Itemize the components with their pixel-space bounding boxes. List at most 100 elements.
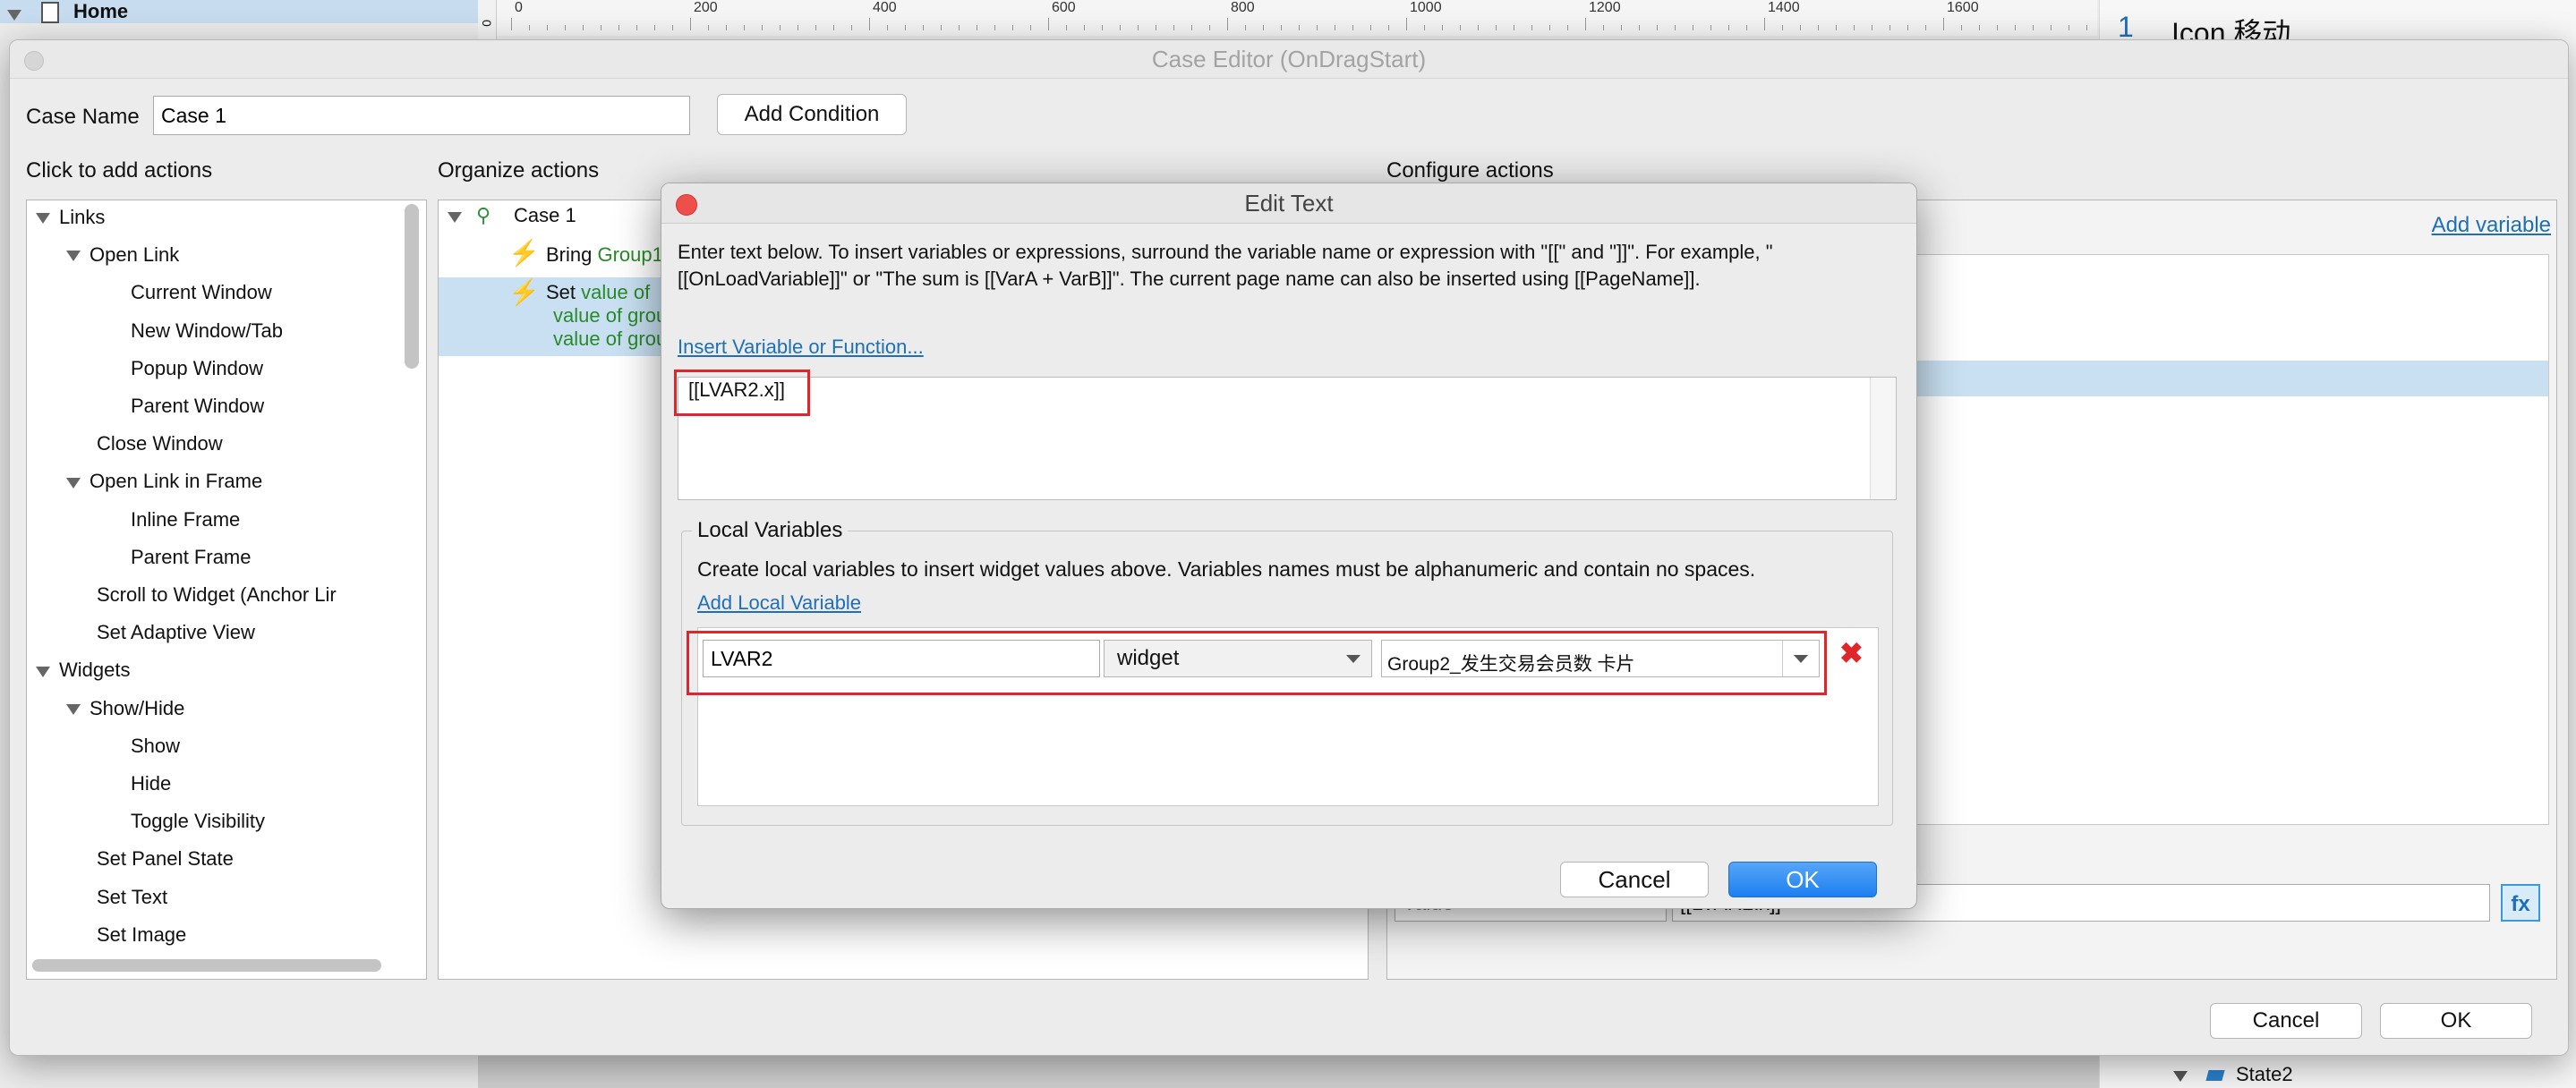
ruler-minor-tick [529,25,530,30]
action-tree-item[interactable]: Popup Window [131,357,263,380]
text-editor-value: [[LVAR2.x]] [688,378,786,401]
ruler-minor-tick [1478,25,1479,30]
ruler-minor-tick [1531,25,1532,30]
ruler-minor-tick [1173,25,1174,30]
action-tree-item[interactable]: New Window/Tab [131,319,283,343]
action-tree-item[interactable]: Open Link in Frame [66,470,262,493]
action-bolt-icon: ⚡ [508,278,540,306]
ruler-minor-tick [1675,25,1676,30]
variable-target-select[interactable]: Group2_发生交易会员数 卡片 [1381,640,1820,677]
ruler-minor-tick [1084,25,1085,30]
action-tree-item[interactable]: Scroll to Widget (Anchor Lir [97,583,337,607]
action-tree-item[interactable]: Parent Frame [131,546,252,569]
ruler-minor-tick [1460,25,1461,30]
ruler-minor-tick [1066,25,1067,30]
action-tree-item[interactable]: Set Panel State [97,847,234,871]
configure-actions-label: Configure actions [1386,158,1554,183]
action-tree-item[interactable]: Set Adaptive View [97,621,255,644]
edit-text-title: Edit Text [661,183,1916,224]
ruler-minor-tick [583,25,584,30]
action-tree-item[interactable]: Show/Hide [66,697,184,720]
window-close-icon[interactable] [24,51,44,71]
action-bring-row[interactable]: Bring Group1 [546,243,663,267]
ruler-minor-tick [851,25,852,30]
ruler-major-tick [1227,18,1228,30]
ruler-minor-tick [708,25,709,30]
variable-type-select[interactable]: widget [1104,640,1372,677]
ruler-minor-tick [1728,25,1729,30]
edit-text-instructions: Enter text below. To insert variables or… [678,241,1773,290]
action-tree-item[interactable]: Show [131,735,180,758]
ruler-minor-tick [1621,25,1622,30]
ruler-minor-tick [1352,25,1353,30]
case-name-input[interactable] [153,96,690,135]
fx-button[interactable]: fx [2501,884,2540,922]
delete-variable-icon[interactable]: ✖ [1839,636,1864,670]
add-condition-button[interactable]: Add Condition [717,94,907,135]
ruler-minor-tick [1800,25,1801,30]
text-editor-area[interactable] [678,377,1897,500]
action-tree-item[interactable]: Close Window [97,432,223,455]
action-tree-item[interactable]: Set Image [97,923,186,947]
ruler-minor-tick [1818,25,1819,30]
edit-text-cancel-button[interactable]: Cancel [1560,862,1709,897]
action-tree-label: Set Adaptive View [97,621,255,644]
ruler-minor-tick [941,25,942,30]
action-tree-item[interactable]: Links [36,206,105,229]
action-tree-label: Toggle Visibility [131,810,266,833]
state-triangle-icon [2173,1068,2196,1084]
page-icon [41,2,59,23]
case-editor-ok-button[interactable]: OK [2380,1003,2532,1039]
tree-vertical-scrollbar[interactable] [405,204,419,369]
action-tree-item[interactable]: Open Link [66,243,179,267]
ruler-minor-tick [1907,25,1908,30]
action-tree-item[interactable]: Set Text [97,886,167,909]
variable-type-value: widget [1117,646,1180,670]
action-tree-label: Open Link in Frame [90,470,263,493]
right-panel-state[interactable]: State2 [2236,1063,2293,1086]
action-tree-item[interactable]: Hide [131,772,171,795]
action-tree-label: Links [59,206,106,228]
expand-triangle-icon[interactable] [66,251,81,262]
ruler-minor-tick [1317,25,1318,30]
action-tree-item[interactable]: Current Window [131,281,272,304]
expand-triangle-icon[interactable] [66,703,81,715]
sitemap-home-row[interactable]: Home [0,0,478,23]
ruler-minor-tick [1102,25,1103,30]
insert-variable-link[interactable]: Insert Variable or Function... [678,336,924,359]
ruler-minor-tick [565,25,566,30]
ruler-minor-tick [1442,25,1443,30]
ruler-minor-tick [1370,25,1371,30]
dialog-close-icon[interactable] [676,194,697,216]
action-tree-item[interactable]: Parent Window [131,395,264,418]
ruler-minor-tick [1263,25,1264,30]
action-tree-item[interactable]: Toggle Visibility [131,810,265,833]
action-tree-item[interactable]: Widgets [36,659,130,682]
case-name-label: Case Name [26,105,140,129]
tree-horizontal-scrollbar[interactable] [32,959,381,972]
expand-triangle-icon[interactable] [36,666,50,677]
ruler-minor-tick [1567,25,1568,30]
ruler-minor-tick [1710,25,1711,30]
ruler-minor-tick [1979,25,1980,30]
case-expand-icon[interactable] [448,209,471,225]
local-variables-description: Create local variables to insert widget … [697,557,1756,581]
case-editor-cancel-button[interactable]: Cancel [2210,1003,2362,1039]
expand-triangle-icon[interactable] [66,477,81,489]
ruler-label: 200 [694,0,718,15]
ruler-label: 400 [873,0,897,15]
expand-triangle-icon[interactable] [36,213,50,225]
variable-name-input[interactable] [703,640,1100,677]
add-local-variable-link[interactable]: Add Local Variable [697,591,861,615]
organize-case-label[interactable]: Case 1 [514,204,576,227]
ruler-major-tick [511,18,512,30]
ruler-minor-tick [1120,25,1121,30]
ruler-major-tick [1943,18,1944,30]
ruler-label: 800 [1231,0,1255,15]
add-variable-link[interactable]: Add variable [2432,213,2551,238]
ruler-minor-tick [1209,25,1210,30]
action-tree-item[interactable]: Inline Frame [131,508,240,531]
action-bolt-icon: ⚡ [508,239,540,267]
ruler-minor-tick [2086,25,2087,30]
edit-text-ok-button[interactable]: OK [1728,862,1877,897]
